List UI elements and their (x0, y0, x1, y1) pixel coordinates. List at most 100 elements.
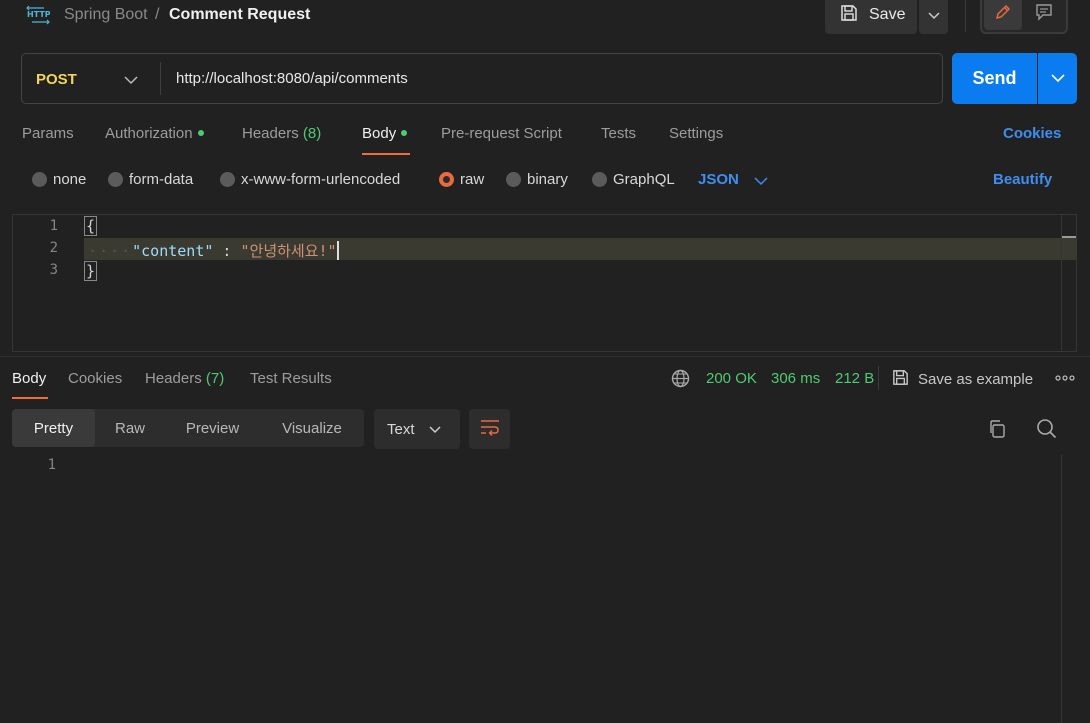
radio-label: x-www-form-urlencoded (241, 171, 401, 188)
radio-label: form-data (129, 171, 194, 188)
tab-label: Headers (242, 125, 299, 142)
wrap-lines-icon (479, 418, 501, 440)
editor-scrollbar[interactable] (1061, 214, 1062, 352)
send-button[interactable]: Send (952, 53, 1037, 104)
method-select[interactable]: POST (36, 71, 77, 88)
status-code[interactable]: 200 OK (706, 370, 757, 387)
save-icon (839, 3, 859, 28)
response-tab-body[interactable]: Body (12, 370, 46, 387)
view-preview-button[interactable]: Preview (165, 409, 260, 447)
tab-label: Headers (145, 370, 202, 387)
http-icon-text: HTTP (27, 10, 50, 19)
request-title[interactable]: Comment Request (169, 6, 310, 24)
radio-x-www-form-urlencoded[interactable]: x-www-form-urlencoded (220, 171, 400, 188)
chevron-down-icon (927, 7, 940, 24)
line-number: 1 (47, 457, 56, 473)
send-dropdown-button[interactable] (1038, 53, 1077, 104)
globe-icon[interactable] (671, 369, 690, 392)
copy-icon[interactable] (987, 419, 1007, 443)
code-line-1[interactable]: { (84, 216, 98, 236)
json-key: "content" (132, 242, 214, 260)
radio-label: raw (460, 171, 485, 188)
text-cursor (336, 241, 339, 260)
status-dot (197, 130, 204, 136)
line-number: 3 (49, 262, 58, 278)
active-tab-indicator (12, 397, 48, 399)
line-number: 2 (49, 240, 58, 256)
close-brace: } (84, 261, 98, 281)
code-line-2[interactable]: ····"content" : "안녕하세요!" (88, 240, 339, 261)
radio-indicator (32, 172, 47, 187)
save-dropdown-button[interactable] (919, 0, 948, 34)
response-format-select[interactable]: Text (374, 409, 460, 449)
request-body-editor[interactable] (12, 214, 1077, 352)
comments-button[interactable] (1026, 0, 1062, 30)
radio-indicator (220, 172, 235, 187)
json-colon: : (213, 242, 241, 260)
save-as-example-button[interactable]: Save as example (891, 368, 1033, 391)
header-divider (965, 0, 966, 32)
cookies-link[interactable]: Cookies (1003, 125, 1061, 142)
response-time[interactable]: 306 ms (771, 370, 820, 387)
url-input[interactable]: http://localhost:8080/api/comments (176, 70, 408, 87)
active-tab-indicator (362, 153, 410, 155)
wrap-lines-button[interactable] (469, 409, 510, 449)
response-divider[interactable] (0, 356, 1090, 357)
response-scrollbar[interactable] (1061, 455, 1062, 723)
scrollbar-marker (1062, 236, 1076, 238)
response-size[interactable]: 212 B (835, 370, 874, 387)
tab-body[interactable]: Body (362, 125, 408, 142)
radio-raw[interactable]: raw (439, 171, 484, 188)
chevron-down-icon[interactable] (754, 173, 768, 190)
radio-indicator (108, 172, 123, 187)
tab-headers[interactable]: Headers (8) (242, 125, 321, 142)
search-icon[interactable] (1036, 418, 1057, 443)
chevron-down-icon[interactable] (124, 72, 138, 89)
beautify-link[interactable]: Beautify (993, 171, 1052, 188)
breadcrumb-parent[interactable]: Spring Boot (64, 6, 148, 24)
radio-label: binary (527, 171, 568, 188)
status-dot (401, 130, 408, 136)
line-number: 1 (49, 218, 58, 234)
save-icon (891, 368, 910, 391)
comment-icon (1035, 3, 1053, 25)
radio-none[interactable]: none (32, 171, 86, 188)
more-options-icon[interactable] (1055, 370, 1075, 389)
response-tab-test-results[interactable]: Test Results (250, 370, 332, 387)
view-visualize-button[interactable]: Visualize (260, 409, 364, 447)
view-raw-button[interactable]: Raw (95, 409, 165, 447)
tab-settings[interactable]: Settings (669, 125, 723, 142)
radio-indicator (592, 172, 607, 187)
save-button[interactable]: Save (825, 0, 917, 34)
tab-tests[interactable]: Tests (601, 125, 636, 142)
radio-form-data[interactable]: form-data (108, 171, 193, 188)
edit-mode-button[interactable] (984, 0, 1022, 30)
open-brace: { (84, 216, 98, 236)
format-label: Text (387, 420, 415, 438)
headers-count: (8) (302, 125, 322, 142)
radio-graphql[interactable]: GraphQL (592, 171, 675, 188)
http-request-icon: HTTP (26, 4, 51, 26)
view-pretty-button[interactable]: Pretty (12, 409, 95, 447)
tab-params[interactable]: Params (22, 125, 74, 142)
code-line-3[interactable]: } (84, 261, 98, 281)
response-tab-headers[interactable]: Headers (7) (145, 370, 224, 387)
tab-authorization[interactable]: Authorization (105, 125, 204, 142)
tab-label: Authorization (105, 125, 193, 142)
response-tab-cookies[interactable]: Cookies (68, 370, 122, 387)
radio-indicator-selected (439, 172, 454, 187)
language-select[interactable]: JSON (698, 171, 739, 188)
chevron-down-icon (1050, 70, 1065, 87)
radio-label: none (53, 171, 87, 188)
radio-binary[interactable]: binary (506, 171, 568, 188)
save-as-example-label: Save as example (918, 371, 1034, 388)
radio-indicator (506, 172, 521, 187)
meta-divider (878, 366, 879, 390)
json-string-value: "안녕하세요!" (240, 242, 337, 260)
tab-pre-request-script[interactable]: Pre-request Script (441, 125, 562, 142)
url-divider (160, 62, 161, 95)
save-label: Save (869, 6, 906, 23)
indent-whitespace: ···· (88, 242, 133, 260)
headers-count: (7) (205, 370, 225, 387)
pencil-icon (994, 3, 1012, 25)
